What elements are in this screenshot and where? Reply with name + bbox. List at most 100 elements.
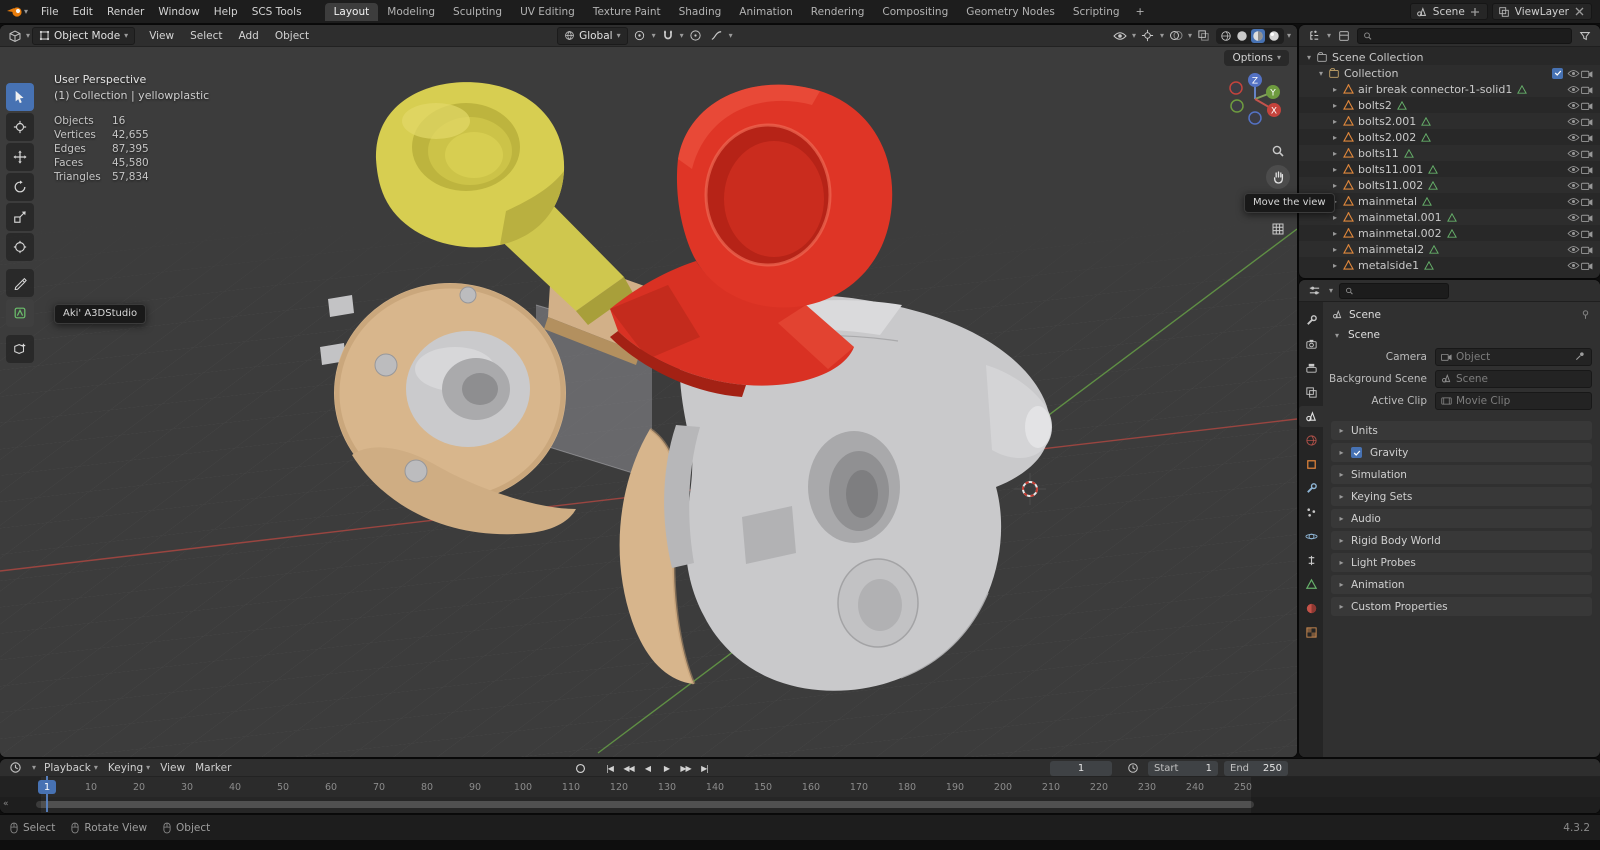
scene-panel-header[interactable]: ▾ Scene — [1323, 325, 1600, 345]
scene-collection-row[interactable]: ▾ Scene Collection — [1299, 49, 1600, 65]
expand-arrow-icon[interactable]: ▸ — [1329, 165, 1341, 174]
expand-arrow-icon[interactable]: ▸ — [1329, 245, 1341, 254]
collection-checkbox[interactable] — [1552, 67, 1563, 79]
outliner-search[interactable] — [1357, 27, 1572, 44]
shading-wireframe-button[interactable] — [1219, 29, 1233, 43]
workspace-tab[interactable]: Geometry Nodes — [957, 3, 1064, 21]
select-box-tool[interactable] — [6, 83, 34, 111]
expand-arrow-icon[interactable]: ▸ — [1329, 133, 1341, 142]
previous-keyframe-button[interactable]: ◀◀ — [620, 760, 637, 776]
editor-type-properties-icon[interactable] — [1305, 282, 1323, 300]
options-button[interactable]: Options ▾ — [1224, 50, 1289, 66]
move-tool[interactable] — [6, 143, 34, 171]
outliner-object-row[interactable]: ▸ mainmetal — [1299, 193, 1600, 209]
tab-physics[interactable] — [1299, 526, 1323, 547]
outliner-object-row[interactable]: ▸ air break connector-1-solid1 — [1299, 81, 1600, 97]
expand-arrow-icon[interactable]: ▸ — [1329, 229, 1341, 238]
filter-icon[interactable] — [1576, 27, 1594, 45]
hide-eye-icon[interactable] — [1566, 258, 1580, 272]
timeline-scrollbar[interactable] — [36, 801, 1254, 808]
frame-start-field[interactable]: Start 1 — [1148, 761, 1218, 776]
outliner-object-row[interactable]: ▸ bolts11.001 — [1299, 161, 1600, 177]
editor-type-outliner-icon[interactable] — [1305, 27, 1323, 45]
camera-visibility-icon[interactable] — [1580, 210, 1594, 224]
background-scene-field[interactable]: Scene — [1435, 369, 1592, 388]
auto-keying-toggle[interactable] — [572, 760, 589, 776]
hide-eye-icon[interactable] — [1566, 66, 1580, 80]
xray-toggle[interactable] — [1195, 27, 1213, 45]
falloff-curve-icon[interactable] — [708, 27, 726, 45]
expand-arrow-icon[interactable]: ▸ — [1329, 213, 1341, 222]
toggle-projection-button[interactable] — [1266, 217, 1290, 241]
camera-visibility-icon[interactable] — [1580, 162, 1594, 176]
proportional-edit-icon[interactable] — [687, 27, 705, 45]
workspace-tab[interactable]: Layout — [324, 2, 379, 21]
camera-visibility-icon[interactable] — [1580, 258, 1594, 272]
camera-visibility-icon[interactable] — [1580, 98, 1594, 112]
menubar-item[interactable]: File — [34, 0, 66, 24]
active-clip-field[interactable]: Movie Clip — [1435, 391, 1592, 410]
camera-visibility-icon[interactable] — [1580, 178, 1594, 192]
camera-visibility-icon[interactable] — [1580, 146, 1594, 160]
properties-section-collapsed[interactable]: ▸ Audio — [1331, 509, 1592, 528]
tab-output[interactable] — [1299, 358, 1323, 379]
menubar-item[interactable]: Help — [207, 0, 245, 24]
outliner-object-row[interactable]: ▸ mainmetal.002 — [1299, 225, 1600, 241]
properties-section-collapsed[interactable]: ▸ Keying Sets — [1331, 487, 1592, 506]
tab-texture[interactable] — [1299, 622, 1323, 643]
remove-viewlayer-icon[interactable] — [1573, 5, 1586, 18]
editor-type-3dviewport-icon[interactable] — [6, 27, 24, 45]
gravity-checkbox[interactable] — [1351, 447, 1362, 458]
workspace-tab[interactable]: Sculpting — [444, 3, 511, 21]
current-frame-field[interactable]: 1 — [1050, 761, 1112, 776]
viewport-menu-item[interactable]: Add — [231, 25, 267, 47]
timeline-menu-item[interactable]: Keying ▾ — [108, 762, 150, 774]
menubar-item[interactable]: Window — [151, 0, 206, 24]
collection-row[interactable]: ▾ Collection — [1299, 65, 1600, 81]
hide-eye-icon[interactable] — [1566, 210, 1580, 224]
hide-eye-icon[interactable] — [1566, 162, 1580, 176]
blender-app-menu[interactable]: ▾ — [0, 0, 34, 24]
shading-solid-button[interactable] — [1235, 29, 1249, 43]
shading-rendered-button[interactable] — [1267, 29, 1281, 43]
expand-arrow-icon[interactable]: ▾ — [1315, 69, 1327, 78]
camera-visibility-icon[interactable] — [1580, 130, 1594, 144]
scene-selector[interactable]: Scene — [1409, 3, 1488, 20]
hide-eye-icon[interactable] — [1566, 130, 1580, 144]
hide-eye-icon[interactable] — [1566, 194, 1580, 208]
expand-arrow-icon[interactable]: ▸ — [1329, 101, 1341, 110]
preview-range-clock-icon[interactable] — [1124, 759, 1142, 777]
aki-a3dstudio-tool[interactable] — [6, 299, 34, 327]
camera-field[interactable]: Object — [1435, 347, 1592, 366]
camera-visibility-icon[interactable] — [1580, 226, 1594, 240]
gizmos-dropdown[interactable] — [1139, 27, 1157, 45]
tab-constraints[interactable] — [1299, 550, 1323, 571]
tab-object[interactable] — [1299, 454, 1323, 475]
timeline-track[interactable] — [0, 797, 1600, 813]
viewport-canvas[interactable]: User Perspective (1) Collection | yellow… — [0, 47, 1297, 757]
workspace-tab[interactable]: Scripting — [1064, 3, 1129, 21]
tab-particles[interactable] — [1299, 502, 1323, 523]
expand-arrow-icon[interactable]: ▸ — [1329, 117, 1341, 126]
tab-tool[interactable] — [1299, 310, 1323, 331]
expand-arrow-icon[interactable]: ▸ — [1329, 85, 1341, 94]
hide-eye-icon[interactable] — [1566, 82, 1580, 96]
properties-search[interactable] — [1339, 282, 1450, 299]
jump-to-start-button[interactable]: |◀ — [601, 760, 618, 776]
timeline-menu-item[interactable]: Playback ▾ — [44, 762, 98, 774]
frame-end-field[interactable]: End 250 — [1224, 761, 1288, 776]
tab-object-data[interactable] — [1299, 574, 1323, 595]
properties-search-input[interactable] — [1357, 284, 1444, 297]
shading-material-button[interactable] — [1250, 28, 1265, 43]
properties-section-collapsed[interactable]: ▸ Custom Properties — [1331, 597, 1592, 616]
workspace-tab[interactable]: Shading — [670, 3, 731, 21]
expand-arrow-icon[interactable]: ▸ — [1329, 261, 1341, 270]
timeline-menu-item[interactable]: View — [160, 762, 185, 774]
viewport-menu-item[interactable]: Object — [267, 25, 317, 47]
timeline-ruler[interactable]: 10 20 30 40 50 60 70 80 90 100 110 120 130 140 150 160 1… — [0, 777, 1600, 797]
display-mode-icon[interactable] — [1335, 27, 1353, 45]
properties-section-collapsed[interactable]: ▸ Light Probes — [1331, 553, 1592, 572]
workspace-tab[interactable]: UV Editing — [511, 3, 584, 21]
navigation-gizmo[interactable]: Z Y X — [1223, 67, 1287, 131]
hide-eye-icon[interactable] — [1566, 226, 1580, 240]
